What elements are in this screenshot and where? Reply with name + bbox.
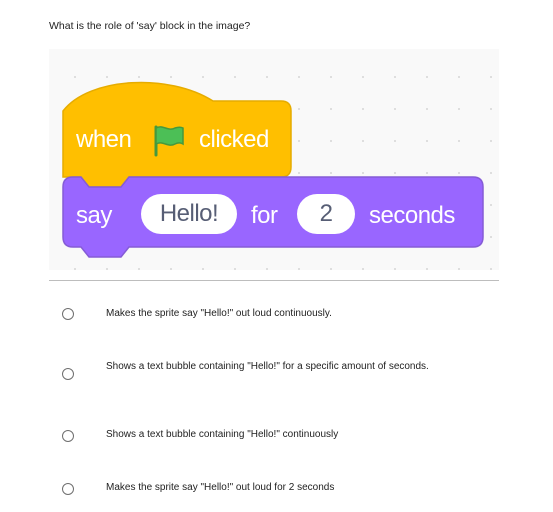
when-label: when: [76, 126, 132, 153]
clicked-label: clicked: [199, 126, 269, 153]
answer-option-4[interactable]: Makes the sprite say "Hello!" out loud f…: [0, 475, 553, 505]
radio-button[interactable]: [62, 308, 74, 320]
for-label: for: [251, 202, 278, 229]
radio-button[interactable]: [62, 430, 74, 442]
radio-button[interactable]: [62, 368, 74, 380]
answer-label: Shows a text bubble containing "Hello!" …: [106, 361, 429, 372]
answer-option-1[interactable]: Makes the sprite say "Hello!" out loud c…: [0, 300, 553, 330]
message-input[interactable]: Hello!: [141, 194, 237, 234]
question-text: What is the role of 'say' block in the i…: [49, 20, 251, 32]
radio-button[interactable]: [62, 483, 74, 495]
scratch-blocks: [62, 81, 484, 258]
answer-label: Shows a text bubble containing "Hello!" …: [106, 429, 339, 440]
scratch-code-image: when clicked say Hello! for 2 seconds: [49, 49, 499, 270]
green-flag-icon: [150, 123, 186, 162]
divider: [49, 280, 499, 281]
answer-label: Makes the sprite say "Hello!" out loud f…: [106, 482, 335, 493]
seconds-input[interactable]: 2: [297, 194, 355, 234]
say-label: say: [76, 202, 112, 229]
seconds-label: seconds: [369, 202, 455, 229]
answer-option-3[interactable]: Shows a text bubble containing "Hello!" …: [0, 422, 553, 452]
answer-label: Makes the sprite say "Hello!" out loud c…: [106, 308, 332, 319]
answer-option-2[interactable]: Shows a text bubble containing "Hello!" …: [0, 360, 553, 390]
